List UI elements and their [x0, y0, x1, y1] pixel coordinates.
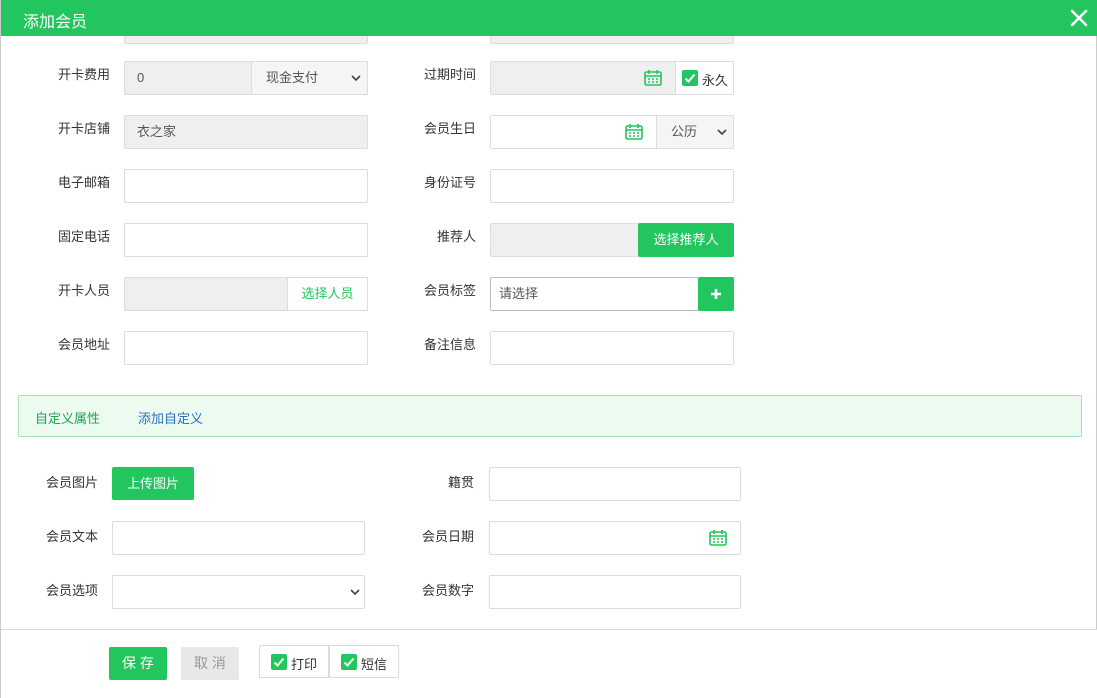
custom-attributes-title: 自定义属性 [35, 411, 101, 426]
permanent-label: 永久 [702, 73, 729, 88]
add-member-dialog: 添加会员 开卡费用 0 现金支付 过期时间 永久 开卡店铺 衣之家 会员生日 公… [0, 0, 1097, 698]
plus-icon [711, 289, 721, 299]
select-staff-button[interactable]: 选择人员 [287, 277, 368, 311]
member-date-field[interactable] [489, 521, 741, 555]
member-text-field[interactable] [112, 521, 365, 555]
calendar-icon[interactable] [708, 528, 728, 548]
close-icon[interactable] [1068, 7, 1090, 29]
sms-checkbox[interactable]: 短信 [329, 645, 399, 678]
calendar-icon[interactable] [643, 68, 663, 88]
permanent-checkbox[interactable]: 永久 [675, 61, 734, 95]
address-field[interactable] [124, 331, 368, 365]
cancel-button[interactable]: 取 消 [181, 647, 239, 680]
checkbox-checked-icon [271, 654, 287, 670]
referrer-label: 推荐人 [436, 229, 476, 244]
birthday-label: 会员生日 [423, 121, 476, 136]
member-date-label: 会员日期 [421, 529, 474, 544]
upload-picture-button[interactable]: 上传图片 [112, 467, 194, 500]
tags-select[interactable]: 请选择 [490, 277, 699, 311]
custom-attributes-bar: 自定义属性 添加自定义 [18, 395, 1082, 437]
referrer-input[interactable] [490, 223, 639, 257]
chevron-down-icon [351, 75, 361, 82]
dialog-title: 添加会员 [23, 14, 88, 31]
picture-label: 会员图片 [45, 475, 98, 490]
payment-select[interactable]: 现金支付 [251, 61, 368, 95]
tags-label: 会员标签 [423, 283, 476, 298]
member-number-field[interactable] [489, 575, 741, 609]
store-label: 开卡店铺 [57, 121, 110, 136]
card-fee-input[interactable]: 0 [124, 61, 252, 95]
remark-label: 备注信息 [423, 337, 476, 352]
store-input[interactable]: 衣之家 [124, 115, 368, 149]
calendar-icon[interactable] [624, 122, 644, 142]
dialog-titlebar: 添加会员 [1, 0, 1097, 36]
origin-label: 籍贯 [447, 475, 474, 490]
chevron-down-icon [350, 589, 360, 596]
expire-time-label: 过期时间 [423, 67, 476, 82]
dialog-footer: 保 存 取 消 打印 短信 [1, 629, 1097, 698]
opener-input[interactable] [124, 277, 288, 311]
scrolled-field-left[interactable] [124, 36, 368, 44]
add-custom-link[interactable]: 添加自定义 [138, 408, 203, 427]
member-text-label: 会员文本 [45, 529, 98, 544]
chevron-down-icon [717, 129, 727, 136]
dialog-body: 开卡费用 0 现金支付 过期时间 永久 开卡店铺 衣之家 会员生日 公历 电子邮… [2, 36, 1097, 629]
id-number-label: 身份证号 [423, 175, 476, 190]
email-field[interactable] [124, 169, 368, 203]
member-number-label: 会员数字 [421, 583, 474, 598]
member-option-label: 会员选项 [45, 583, 98, 598]
scrolled-field-right[interactable] [490, 36, 734, 44]
checkbox-checked-icon [682, 70, 698, 86]
payment-select-value: 现金支付 [266, 70, 319, 85]
birthday-input[interactable] [490, 115, 657, 149]
print-label: 打印 [291, 657, 318, 672]
phone-label: 固定电话 [57, 229, 110, 244]
print-checkbox[interactable]: 打印 [259, 645, 329, 678]
address-label: 会员地址 [57, 337, 110, 352]
remark-field[interactable] [490, 331, 734, 365]
origin-field[interactable] [489, 467, 741, 501]
add-tag-button[interactable] [698, 277, 734, 311]
select-referrer-button[interactable]: 选择推荐人 [638, 223, 734, 257]
expire-time-input[interactable] [490, 61, 676, 95]
calendar-type-select[interactable]: 公历 [656, 115, 734, 149]
phone-field[interactable] [124, 223, 368, 257]
id-number-field[interactable] [490, 169, 734, 203]
calendar-type-value: 公历 [671, 124, 698, 139]
member-option-select[interactable] [112, 575, 365, 609]
email-label: 电子邮箱 [57, 175, 110, 190]
card-fee-label: 开卡费用 [57, 67, 110, 82]
opener-label: 开卡人员 [57, 283, 110, 298]
checkbox-checked-icon [341, 654, 357, 670]
sms-label: 短信 [361, 657, 388, 672]
save-button[interactable]: 保 存 [109, 647, 167, 680]
